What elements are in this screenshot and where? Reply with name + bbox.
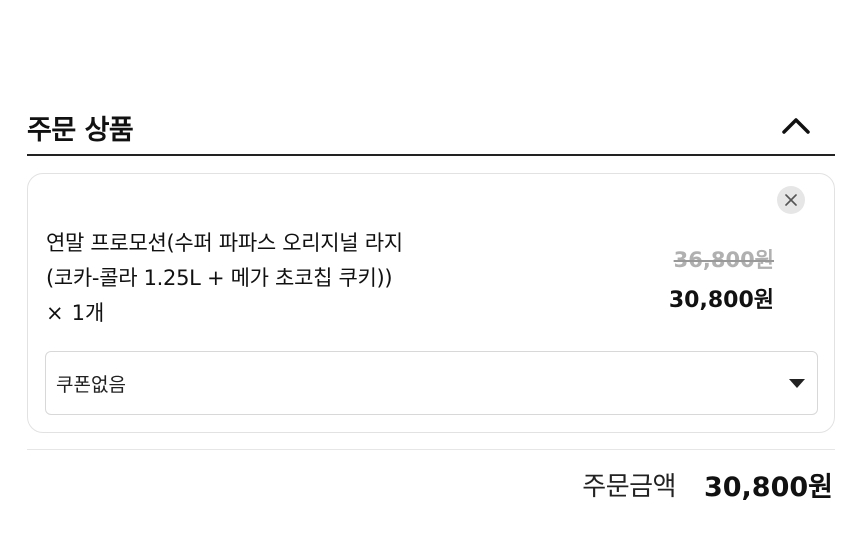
section-title: 주문 상품 [27,115,134,146]
coupon-select[interactable]: 쿠폰없음 [45,351,818,415]
quantity-value: 1개 [71,301,105,325]
remove-item-button[interactable] [777,186,805,214]
close-icon [785,194,797,206]
product-name-line2: (코카-콜라 1.25L + 메가 초코칩 쿠키)) [46,266,393,290]
order-items-header: 주문 상품 [27,96,835,156]
item-quantity: × 1개 [46,296,104,331]
total-value: 30,800원 [703,471,833,503]
product-name-line1: 연말 프로모션(수퍼 파파스 오리지널 라지 [46,231,403,255]
total-label: 주문금액 [582,471,676,502]
original-price: 36,800원 [673,248,774,272]
chevron-up-icon [782,118,810,134]
multiply-sign: × [46,301,64,325]
collapse-button[interactable] [779,110,813,140]
caret-down-icon [789,379,805,388]
coupon-selected-value: 쿠폰없음 [56,374,126,396]
order-item-card: 연말 프로모션(수퍼 파파스 오리지널 라지 (코카-콜라 1.25L + 메가… [27,173,835,433]
divider [27,449,835,450]
final-price: 30,800원 [668,288,774,313]
order-total: 주문금액 30,800원 [582,466,833,503]
product-name: 연말 프로모션(수퍼 파파스 오리지널 라지 (코카-콜라 1.25L + 메가… [46,226,566,296]
